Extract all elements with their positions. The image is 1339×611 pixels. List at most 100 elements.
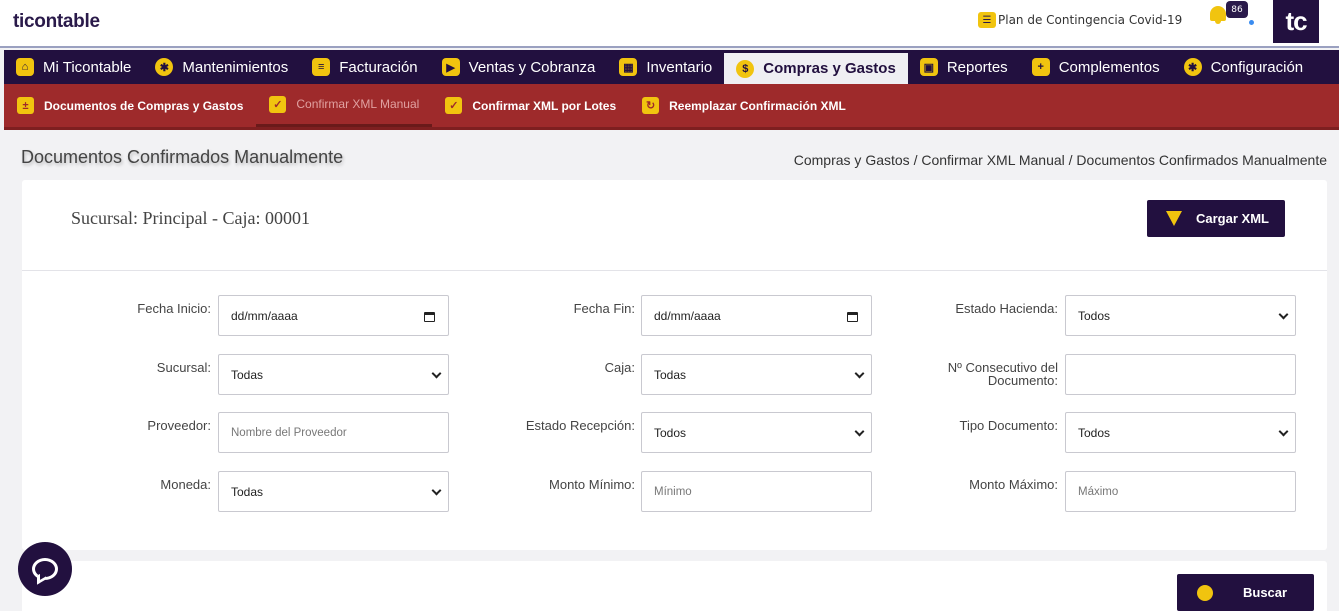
subnav-item-reemplazar[interactable]: ↻ Reemplazar Confirmación XML (629, 84, 859, 127)
subnav-item-label: Confirmar XML Manual (296, 97, 420, 111)
estado-hacienda-select[interactable]: Todos (1065, 295, 1296, 336)
nav-item-label: Facturación (339, 58, 418, 76)
proveedor-label: Proveedor: (147, 418, 211, 433)
truck-icon: ▶ (441, 58, 460, 76)
money-bag-icon: $ (736, 59, 755, 78)
monto-minimo-label: Monto Mínimo: (549, 477, 635, 492)
fecha-fin-input[interactable]: dd/mm/aaaa (641, 295, 872, 336)
filter-card: Sucursal: Principal - Caja: 00001 Cargar… (22, 180, 1327, 550)
calendar-icon[interactable] (424, 312, 435, 322)
monto-minimo-placeholder: Mínimo (654, 485, 692, 498)
clipboard-check-icon: ✓ (445, 97, 463, 114)
proveedor-placeholder: Nombre del Proveedor (231, 426, 347, 439)
subnav-item-confirmar-lotes[interactable]: ✓ Confirmar XML por Lotes (432, 84, 629, 127)
monto-minimo-input[interactable]: Mínimo (641, 471, 872, 512)
clipboard-icon: ± (17, 97, 34, 114)
nav-item-facturacion[interactable]: ≡ Facturación (300, 50, 429, 84)
boxes-icon: ▦ (619, 58, 638, 76)
cargar-xml-button[interactable]: Cargar XML (1147, 200, 1285, 237)
moneda-select[interactable]: Todas (218, 471, 449, 512)
top-bar: ticontable ☰ Plan de Contingencia Covid-… (0, 0, 1339, 46)
refresh-icon: ↻ (642, 97, 660, 114)
status-dot-icon (1249, 20, 1254, 25)
search-icon (1197, 584, 1213, 601)
chevron-down-icon (854, 426, 865, 437)
fecha-inicio-label: Fecha Inicio: (137, 301, 211, 316)
calendar-icon[interactable] (847, 312, 858, 322)
app-logo[interactable]: ticontable (13, 11, 100, 33)
chevron-down-icon (431, 368, 442, 379)
moneda-label: Moneda: (160, 477, 211, 492)
caja-label: Caja: (604, 360, 635, 375)
cargar-xml-label: Cargar XML (1196, 211, 1269, 226)
sucursal-info: Sucursal: Principal - Caja: 00001 (71, 208, 310, 228)
caja-value: Todas (654, 367, 687, 382)
divider (22, 270, 1327, 271)
nav-item-label: Mantenimientos (182, 58, 289, 76)
consecutivo-input[interactable] (1065, 354, 1296, 395)
chat-widget-button[interactable] (18, 542, 72, 596)
gear-icon: ✱ (1183, 58, 1202, 76)
chevron-down-icon (1278, 426, 1289, 437)
estado-recepcion-label: Estado Recepción: (525, 418, 635, 433)
sub-nav: ± Documentos de Compras y Gastos ✓ Confi… (4, 84, 1339, 130)
breadcrumb[interactable]: Compras y Gastos / Confirmar XML Manual … (794, 152, 1327, 168)
monto-maximo-label: Monto Máximo: (969, 477, 1058, 492)
nav-item-complementos[interactable]: + Complementos (1020, 50, 1172, 84)
divider (0, 46, 1339, 48)
subnav-item-confirmar-manual[interactable]: ✓ Confirmar XML Manual (256, 84, 433, 127)
nav-item-reportes[interactable]: ▣ Reportes (908, 50, 1020, 84)
tipo-documento-value: Todos (1078, 425, 1111, 440)
estado-hacienda-label: Estado Hacienda: (955, 301, 1058, 316)
clipboard-check-icon: ✓ (269, 95, 287, 113)
sucursal-label: Sucursal: (156, 360, 211, 375)
page-title: Documentos Confirmados Manualmente (21, 147, 344, 167)
sucursal-value: Todas (231, 367, 264, 382)
moneda-value: Todas (231, 484, 264, 499)
chevron-down-icon (431, 485, 442, 496)
avatar[interactable]: tc (1273, 0, 1319, 43)
nav-item-ventas-cobranza[interactable]: ▶ Ventas y Cobranza (430, 50, 608, 84)
nav-item-mantenimientos[interactable]: ✱ Mantenimientos (143, 50, 300, 84)
fecha-fin-value: dd/mm/aaaa (654, 308, 721, 323)
subnav-item-label: Confirmar XML por Lotes (472, 98, 617, 113)
subnav-item-label: Documentos de Compras y Gastos (44, 98, 244, 113)
notification-badge: 86 (1226, 1, 1248, 18)
nav-item-label: Complementos (1058, 58, 1160, 76)
gear-icon: ✱ (155, 58, 174, 76)
estado-recepcion-select[interactable]: Todos (641, 412, 872, 453)
nav-item-label: Ventas y Cobranza (468, 58, 596, 76)
nav-item-inventario[interactable]: ▦ Inventario (607, 50, 724, 84)
monto-maximo-input[interactable]: Máximo (1065, 471, 1296, 512)
presentation-icon: ▣ (919, 58, 938, 76)
nav-item-label: Compras y Gastos (763, 60, 896, 77)
fecha-inicio-input[interactable]: dd/mm/aaaa (218, 295, 449, 336)
results-card (22, 561, 1327, 611)
sucursal-select[interactable]: Todas (218, 354, 449, 395)
chevron-down-icon (854, 368, 865, 379)
subnav-item-documentos[interactable]: ± Documentos de Compras y Gastos (4, 84, 256, 127)
nav-item-configuracion[interactable]: ✱ Configuración (1172, 50, 1316, 84)
fecha-inicio-value: dd/mm/aaaa (231, 308, 298, 323)
covid-plan-label: Plan de Contingencia Covid-19 (998, 13, 1183, 27)
tipo-documento-label: Tipo Documento: (959, 418, 1058, 433)
nav-item-label: Inventario (646, 58, 713, 76)
monto-maximo-placeholder: Máximo (1078, 485, 1119, 498)
estado-hacienda-value: Todos (1078, 308, 1111, 323)
covid-plan-link[interactable]: ☰ Plan de Contingencia Covid-19 (978, 12, 1182, 28)
nav-item-compras-gastos[interactable]: $ Compras y Gastos (724, 53, 908, 84)
subnav-item-label: Reemplazar Confirmación XML (669, 98, 846, 113)
caja-select[interactable]: Todas (641, 354, 872, 395)
nav-item-label: Mi Ticontable (43, 58, 132, 76)
nav-item-label: Configuración (1210, 58, 1304, 76)
main-nav: ⌂ Mi Ticontable ✱ Mantenimientos ≡ Factu… (4, 50, 1339, 84)
consecutivo-label: Nº Consecutivo del Documento: (948, 361, 1058, 387)
buscar-button[interactable]: Buscar (1177, 574, 1314, 611)
tipo-documento-select[interactable]: Todos (1065, 412, 1296, 453)
nav-item-mi-ticontable[interactable]: ⌂ Mi Ticontable (4, 50, 143, 84)
upload-icon (1166, 211, 1182, 226)
consecutivo-label-line2: Documento: (987, 373, 1058, 388)
proveedor-input[interactable]: Nombre del Proveedor (218, 412, 449, 453)
home-icon: ⌂ (16, 58, 34, 76)
checklist-icon: ☰ (978, 12, 996, 28)
